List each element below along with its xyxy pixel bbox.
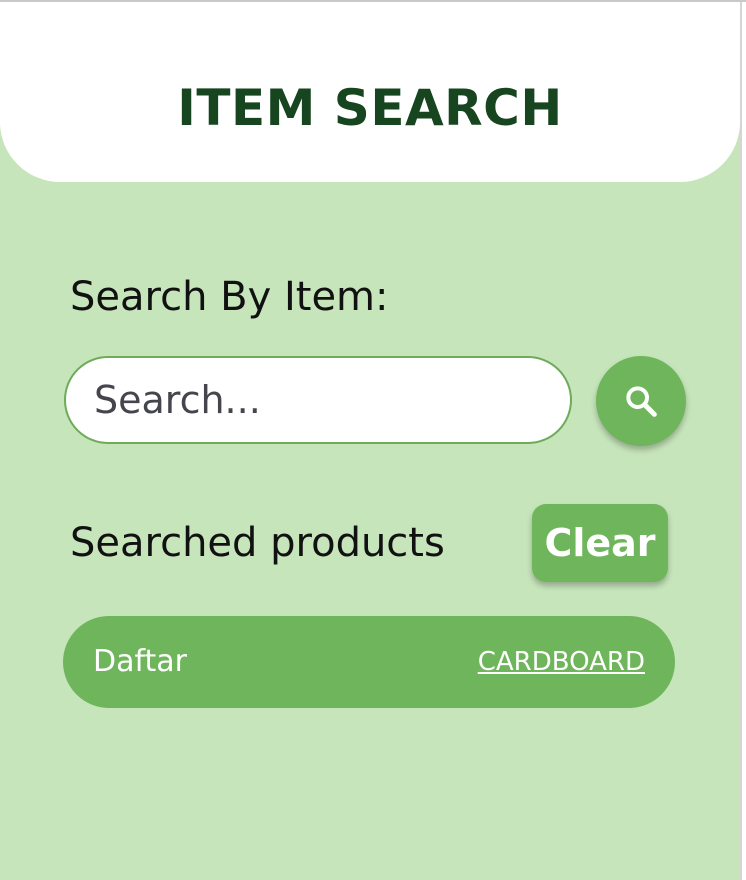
app-screen: ITEM SEARCH Search By Item: Searched pro… (0, 0, 740, 880)
results-label: Searched products (70, 520, 445, 566)
product-category-link[interactable]: CARDBOARD (478, 616, 645, 708)
search-input[interactable] (64, 356, 572, 444)
list-item[interactable]: Daftar CARDBOARD (63, 616, 675, 708)
header: ITEM SEARCH (0, 0, 740, 182)
search-button[interactable] (596, 356, 686, 446)
search-label: Search By Item: (70, 274, 389, 320)
search-icon (621, 381, 661, 421)
window-top-border (0, 0, 746, 2)
window-edge (740, 0, 746, 880)
clear-button[interactable]: Clear (532, 504, 668, 582)
page-title: ITEM SEARCH (177, 79, 563, 137)
product-name: Daftar (93, 644, 187, 679)
